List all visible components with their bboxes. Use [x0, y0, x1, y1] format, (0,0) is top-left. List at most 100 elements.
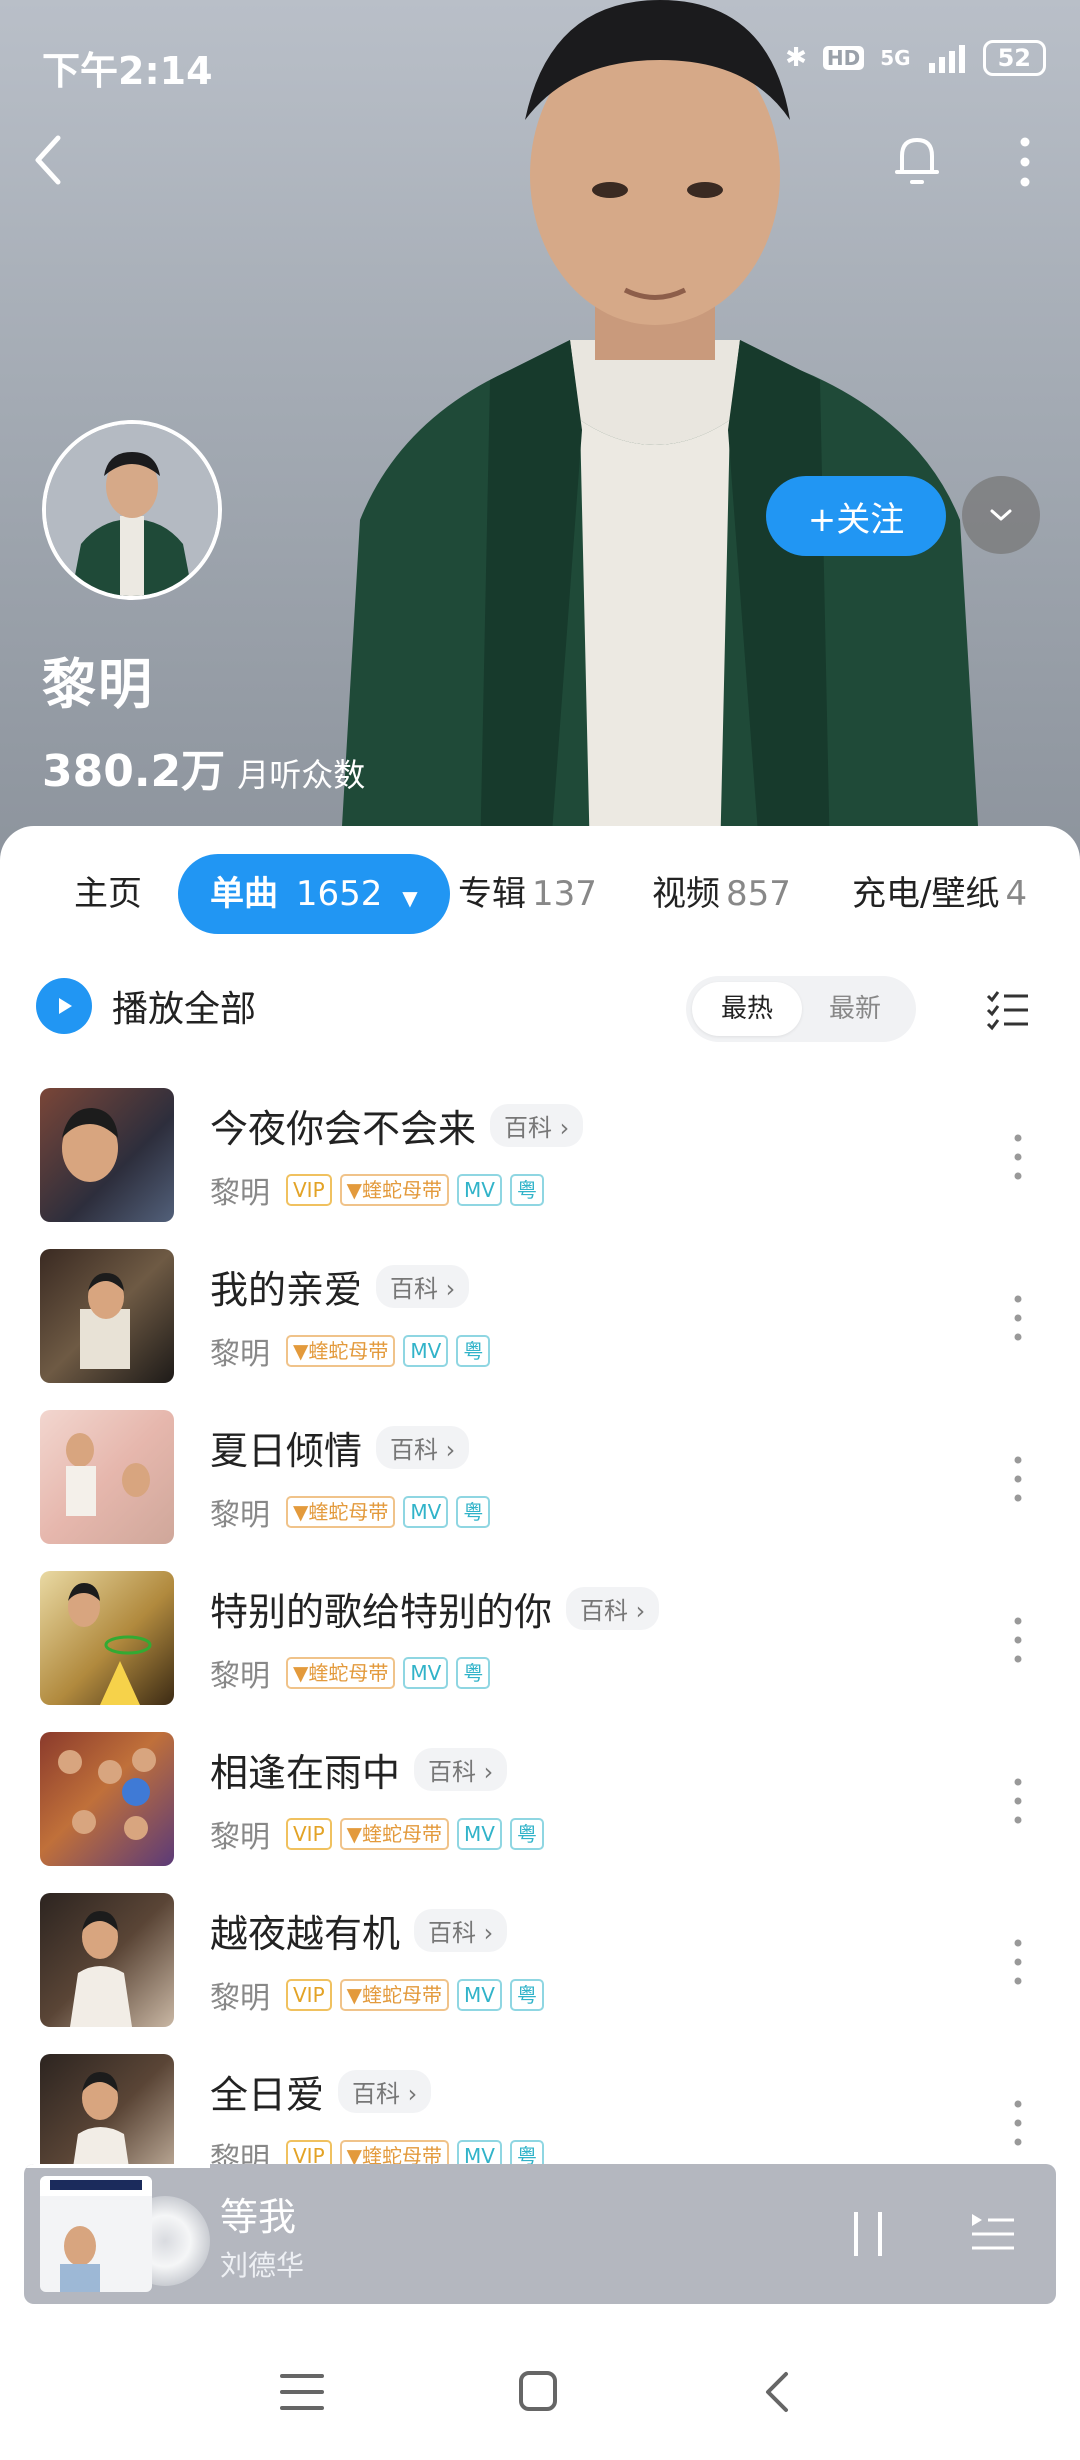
artist-hero: 下午2:14 ✱ HD 5G 52 黎明 380.2万 月听众数 +关注	[0, 0, 1080, 860]
mv-tag[interactable]: MV	[403, 1335, 449, 1367]
system-navigation-bar	[0, 2340, 1080, 2460]
song-title-wrap: 今夜你会不会来 百科 ›	[210, 1098, 584, 1153]
song-more-icon[interactable]	[1008, 1452, 1028, 1506]
back-icon[interactable]	[28, 130, 68, 190]
multi-select-list-icon[interactable]	[986, 988, 1030, 1032]
song-title-wrap: 全日爱 百科 ›	[210, 2064, 432, 2119]
wiki-label: 百科	[390, 1275, 439, 1303]
vip-tag: VIP	[286, 1979, 332, 2011]
wiki-link[interactable]: 百科 ›	[566, 1587, 660, 1630]
wiki-link[interactable]: 百科 ›	[376, 1426, 470, 1469]
tab-count: 857	[726, 874, 791, 914]
mv-tag[interactable]: MV	[457, 1818, 502, 1850]
home-icon[interactable]	[518, 2370, 558, 2412]
song-title: 相逢在雨中	[210, 1751, 401, 1795]
song-meta: 黎明 VIP ▼蝰蛇母带 MV 粤	[210, 1168, 544, 1212]
song-title: 夏日倾情	[210, 1429, 363, 1473]
song-artist: 黎明	[210, 1498, 270, 1533]
sort-toggle: 最热 最新	[686, 976, 916, 1042]
song-more-icon[interactable]	[1008, 1613, 1028, 1667]
song-cover	[40, 1088, 174, 1222]
song-row[interactable]: 夏日倾情 百科 › 黎明 ▼蝰蛇母带 MV 粤	[0, 1398, 1080, 1559]
bluetooth-icon: ✱	[785, 43, 807, 73]
listeners-number: 380.2万	[42, 746, 226, 797]
song-meta: 黎明 ▼蝰蛇母带 MV 粤	[210, 1329, 491, 1373]
cantonese-tag: 粤	[509, 1979, 544, 2011]
tab-label: 视频	[652, 874, 720, 914]
mv-tag[interactable]: MV	[457, 1174, 502, 1206]
wiki-label: 百科	[428, 1919, 477, 1947]
expand-button[interactable]	[962, 476, 1040, 554]
mv-tag[interactable]: MV	[457, 1979, 502, 2011]
hd-badge: HD	[822, 46, 865, 70]
play-icon	[36, 978, 92, 1034]
bell-icon[interactable]	[892, 132, 942, 188]
song-meta: 黎明 ▼蝰蛇母带 MV 粤	[210, 1490, 491, 1534]
song-title: 今夜你会不会来	[210, 1107, 477, 1151]
cantonese-tag: 粤	[456, 1496, 491, 1528]
tab-home[interactable]: 主页	[74, 854, 142, 934]
mv-tag[interactable]: MV	[403, 1496, 449, 1528]
wiki-link[interactable]: 百科 ›	[338, 2070, 432, 2113]
system-back-icon[interactable]	[762, 2370, 792, 2414]
status-bar: 下午2:14 ✱ HD 5G 52	[0, 0, 1080, 110]
song-cover	[40, 1571, 174, 1705]
wiki-label: 百科	[428, 1758, 477, 1786]
song-more-icon[interactable]	[1008, 1774, 1028, 1828]
song-more-icon[interactable]	[1008, 2096, 1028, 2150]
battery-level: 52	[982, 40, 1046, 76]
song-row[interactable]: 越夜越有机 百科 › 黎明 VIP ▼蝰蛇母带 MV 粤	[0, 1881, 1080, 2042]
song-meta: 黎明 VIP ▼蝰蛇母带 MV 粤	[210, 1973, 544, 2017]
tab-label: 充电/壁纸	[852, 874, 1000, 914]
monthly-listeners: 380.2万 月听众数	[42, 735, 365, 799]
song-row[interactable]: 特别的歌给特别的你 百科 › 黎明 ▼蝰蛇母带 MV 粤	[0, 1559, 1080, 1720]
song-more-icon[interactable]	[1008, 1130, 1028, 1184]
song-title-wrap: 越夜越有机 百科 ›	[210, 1903, 508, 1958]
recent-apps-icon[interactable]	[280, 2372, 324, 2412]
song-artist: 黎明	[210, 1981, 270, 2016]
sort-new-option[interactable]: 最新	[800, 982, 910, 1036]
sort-hot-option[interactable]: 最热	[692, 982, 802, 1036]
now-playing-title: 等我	[220, 2195, 297, 2239]
song-meta: 黎明 VIP ▼蝰蛇母带 MV 粤	[210, 1812, 544, 1856]
tab-wallpapers[interactable]: 充电/壁纸 4	[852, 854, 1027, 934]
tab-singles[interactable]: 单曲 1652 ▼	[178, 854, 450, 934]
network-label: 5G	[880, 46, 911, 70]
song-more-icon[interactable]	[1008, 1291, 1028, 1345]
wiki-link[interactable]: 百科 ›	[490, 1104, 584, 1147]
more-vertical-icon[interactable]	[1015, 134, 1035, 190]
vip-tag: VIP	[286, 1818, 332, 1850]
song-cover	[40, 1249, 174, 1383]
tab-videos[interactable]: 视频 857	[652, 854, 791, 934]
tab-label: 专辑	[458, 874, 526, 914]
master-tape-tag: ▼蝰蛇母带	[339, 1979, 450, 2011]
song-title: 全日爱	[210, 2073, 325, 2117]
song-meta: 黎明 ▼蝰蛇母带 MV 粤	[210, 1651, 491, 1695]
caret-down-icon: ▼	[402, 886, 418, 910]
follow-button[interactable]: +关注	[766, 476, 946, 556]
master-tape-tag: ▼蝰蛇母带	[286, 1496, 396, 1528]
wiki-link[interactable]: 百科 ›	[414, 1748, 508, 1791]
song-row[interactable]: 今夜你会不会来 百科 › 黎明 VIP ▼蝰蛇母带 MV 粤	[0, 1076, 1080, 1237]
playlist-queue-icon[interactable]	[970, 2212, 1016, 2254]
mini-player[interactable]: 等我 刘德华	[24, 2164, 1056, 2304]
artist-name: 黎明	[42, 653, 154, 716]
song-title-wrap: 相逢在雨中 百科 ›	[210, 1742, 508, 1797]
cantonese-tag: 粤	[456, 1335, 491, 1367]
tab-label: 单曲	[210, 874, 278, 914]
master-tape-tag: ▼蝰蛇母带	[339, 1174, 450, 1206]
artist-avatar[interactable]	[42, 420, 222, 600]
tab-albums[interactable]: 专辑 137	[458, 854, 597, 934]
wiki-link[interactable]: 百科 ›	[414, 1909, 508, 1952]
cantonese-tag: 粤	[456, 1657, 491, 1689]
tab-count: 137	[532, 874, 597, 914]
play-all-button[interactable]: 播放全部	[36, 978, 256, 1034]
song-row[interactable]: 相逢在雨中 百科 › 黎明 VIP ▼蝰蛇母带 MV 粤	[0, 1720, 1080, 1881]
pause-icon[interactable]	[850, 2210, 886, 2258]
song-row[interactable]: 我的亲爱 百科 › 黎明 ▼蝰蛇母带 MV 粤	[0, 1237, 1080, 1398]
wiki-label: 百科	[352, 2080, 401, 2108]
signal-icon	[928, 45, 965, 73]
song-more-icon[interactable]	[1008, 1935, 1028, 1989]
wiki-link[interactable]: 百科 ›	[376, 1265, 470, 1308]
mv-tag[interactable]: MV	[403, 1657, 449, 1689]
